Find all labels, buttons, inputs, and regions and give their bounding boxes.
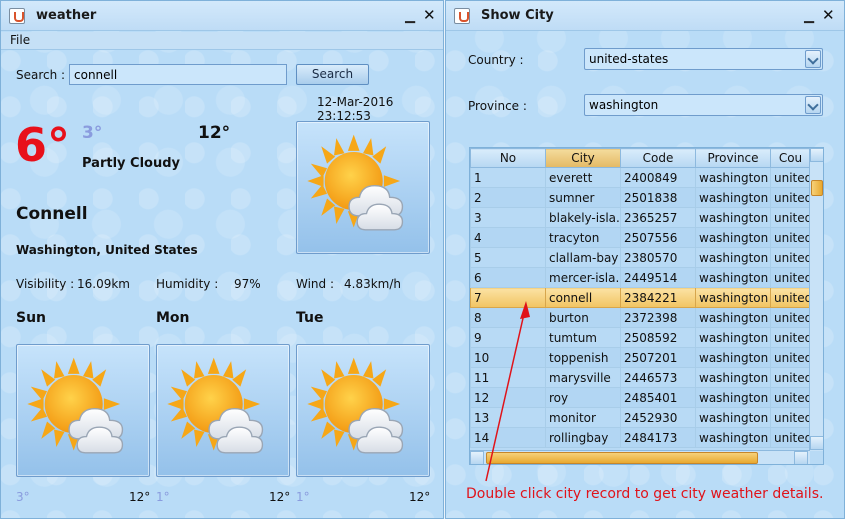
forecast-low-3: 1° <box>296 490 310 504</box>
partly-cloudy-icon <box>25 353 141 469</box>
low-temp: 3° <box>82 123 103 143</box>
java-app-icon <box>9 8 25 24</box>
forecast-high-2: 12° <box>269 490 291 504</box>
forecast-day-2: Mon <box>156 310 190 326</box>
minimize-button[interactable]: ▁ <box>405 9 415 24</box>
partly-cloudy-icon <box>165 353 281 469</box>
datetime: 12-Mar-2016 23:12:53 <box>317 95 394 123</box>
menu-file[interactable]: File <box>10 33 30 47</box>
forecast-iconbox-3 <box>296 344 430 477</box>
forecast-iconbox-2 <box>156 344 290 477</box>
window-title: weather <box>36 8 97 23</box>
wind-value: 4.83km/h <box>344 277 402 291</box>
weather-window: weather ▁ ✕ File Search : Search 12-Mar-… <box>0 0 444 519</box>
wind-label: Wind : <box>296 277 335 291</box>
menu-bar: File <box>1 32 443 50</box>
search-button[interactable]: Search <box>296 64 369 85</box>
humidity-label: Humidity : <box>156 277 219 291</box>
forecast-low-1: 3° <box>16 490 30 504</box>
city-name: Connell <box>16 204 88 224</box>
annotation-arrow <box>485 301 530 482</box>
forecast-day-3: Tue <box>296 310 324 326</box>
partly-cloudy-icon <box>305 130 421 246</box>
search-label: Search : <box>16 68 66 82</box>
visibility-value: 16.09km <box>77 277 130 291</box>
condition-text: Partly Cloudy <box>82 156 180 171</box>
forecast-iconbox-1 <box>16 344 150 477</box>
current-temp: 6° <box>15 118 71 172</box>
annotation-text: Double click city record to get city wea… <box>466 486 824 502</box>
current-weather-iconbox <box>296 121 430 254</box>
close-button[interactable]: ✕ <box>423 6 436 24</box>
visibility-label: Visibility : <box>16 277 75 291</box>
region-name: Washington, United States <box>16 243 198 257</box>
high-temp: 12° <box>198 123 231 143</box>
forecast-high-1: 12° <box>129 490 151 504</box>
humidity-value: 97% <box>234 277 261 291</box>
forecast-low-2: 1° <box>156 490 170 504</box>
search-input[interactable] <box>69 64 287 85</box>
forecast-day-1: Sun <box>16 310 47 326</box>
partly-cloudy-icon <box>305 353 421 469</box>
forecast-high-3: 12° <box>409 490 431 504</box>
weather-titlebar: weather ▁ ✕ <box>1 1 443 31</box>
show-city-window: Show City ▁ ✕ Country : united-states Pr… <box>445 0 845 519</box>
